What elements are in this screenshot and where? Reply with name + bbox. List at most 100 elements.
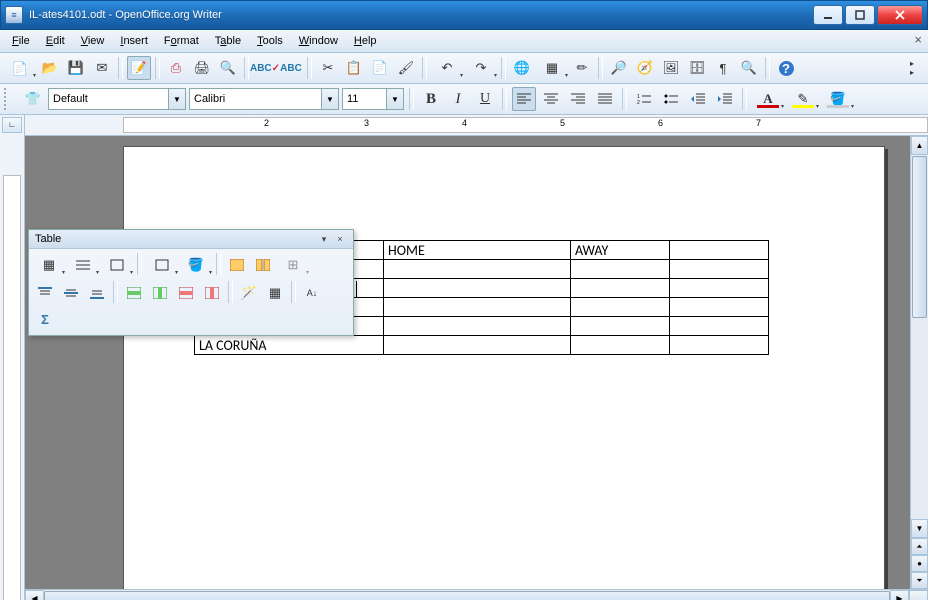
table-cell[interactable] [384,317,571,336]
autoformat-button[interactable]: 🪄 [237,281,261,305]
export-pdf-button[interactable]: ⎙ [164,56,188,80]
spellcheck-button[interactable]: ABC✓ [253,56,277,80]
datasources-button[interactable]: 🗄 [685,56,709,80]
scroll-left-button[interactable]: ◀ [25,590,44,600]
table-cell[interactable] [384,298,571,317]
table-cell[interactable] [670,317,769,336]
navigator-button[interactable]: 🧭 [633,56,657,80]
menu-close-icon[interactable]: × [914,32,922,47]
bullet-list-button[interactable] [659,87,683,111]
table-new-button[interactable]: ▦▾ [33,253,65,277]
panel-close-icon[interactable]: × [333,233,347,246]
font-name-combo[interactable]: Calibri▼ [189,88,339,110]
styles-button[interactable]: 👕 [21,87,45,111]
sum-button[interactable]: Σ [33,307,57,331]
gallery-button[interactable]: 🖼 [659,56,683,80]
table-cell[interactable]: LA CORUÑA [195,336,384,355]
menu-window[interactable]: Window [291,33,346,49]
sort-button[interactable]: A↓ [300,281,324,305]
menu-insert[interactable]: Insert [112,33,156,49]
font-size-combo[interactable]: 11▼ [342,88,404,110]
paste-button[interactable]: 📄 [368,56,392,80]
autospell-button[interactable]: ABC [279,56,303,80]
table-cell[interactable] [670,241,769,260]
page[interactable]: HOMEAWAY REAL MADRID BARCELONA LA CORUÑA [123,146,885,589]
increase-indent-button[interactable] [713,87,737,111]
table-cell[interactable] [384,336,571,355]
scroll-right-button[interactable]: ▶ [890,590,909,600]
table-cell[interactable] [571,279,670,298]
table-cell[interactable] [670,298,769,317]
cut-button[interactable]: ✂ [316,56,340,80]
scroll-thumb[interactable] [44,591,890,600]
insert-row-button[interactable] [122,281,146,305]
decrease-indent-button[interactable] [686,87,710,111]
bold-button[interactable]: B [419,87,443,111]
table-cell[interactable]: HOME [384,241,571,260]
ruler-corner-button[interactable]: ∟ [2,117,22,133]
save-button[interactable]: 💾 [64,56,88,80]
align-left-button[interactable] [512,87,536,111]
table-toolbar-panel[interactable]: Table ▾ × ▦▾ ▾ ▾ ▾ 🪣▾ ⊞▾ 🪄 ▦ [28,229,354,336]
menu-tools[interactable]: Tools [249,33,291,49]
table-cell[interactable] [571,260,670,279]
insert-table-button[interactable]: ▦▾ [536,56,568,80]
close-button[interactable] [877,5,923,25]
menu-format[interactable]: Format [156,33,207,49]
menu-file[interactable]: File [4,33,38,49]
toolbar-overflow-icon[interactable]: ▸▸ [900,56,924,80]
minimize-button[interactable] [813,5,843,25]
print-preview-button[interactable]: 🔍 [216,56,240,80]
bgcolor-button[interactable]: 🪣▾ [180,253,212,277]
email-button[interactable]: ✉ [90,56,114,80]
toolbar-handle[interactable] [4,88,14,110]
table-cell[interactable] [571,336,670,355]
scroll-down-button[interactable]: ▼ [911,519,928,538]
highlight-button[interactable]: ✎▾ [787,87,819,111]
table-cell[interactable] [670,336,769,355]
italic-button[interactable]: I [446,87,470,111]
menu-table[interactable]: Table [207,33,249,49]
navigation-button[interactable]: ● [911,555,928,572]
background-color-button[interactable]: 🪣▾ [822,87,854,111]
table-cell[interactable] [670,279,769,298]
panel-menu-icon[interactable]: ▾ [317,233,331,246]
paragraph-style-combo[interactable]: Default▼ [48,88,186,110]
print-button[interactable]: 🖨 [190,56,214,80]
delete-col-button[interactable] [200,281,224,305]
insert-col-button[interactable] [148,281,172,305]
valign-top-button[interactable] [33,281,57,305]
table-cell[interactable] [384,279,571,298]
menu-help[interactable]: Help [346,33,385,49]
table-cell[interactable] [670,260,769,279]
scroll-thumb[interactable] [912,156,927,318]
find-button[interactable]: 🔎 [607,56,631,80]
new-doc-button[interactable]: 📄▾ [4,56,36,80]
resize-grip[interactable] [909,590,928,600]
table-props-button[interactable]: ▦ [263,281,287,305]
align-right-button[interactable] [566,87,590,111]
show-draw-button[interactable]: ✏ [570,56,594,80]
horizontal-scrollbar[interactable]: ◀ ▶ [25,589,928,600]
zoom-button[interactable]: 🔍 [737,56,761,80]
edit-mode-button[interactable]: 📝 [127,56,151,80]
valign-bottom-button[interactable] [85,281,109,305]
align-justify-button[interactable] [593,87,617,111]
prev-page-button[interactable]: ⏶ [911,538,928,555]
align-center-button[interactable] [539,87,563,111]
menu-view[interactable]: View [73,33,113,49]
copy-button[interactable]: 📋 [342,56,366,80]
line-color-button[interactable]: ▾ [101,253,133,277]
underline-button[interactable]: U [473,87,497,111]
menu-edit[interactable]: Edit [38,33,73,49]
chevron-down-icon[interactable]: ▼ [386,89,403,109]
open-button[interactable]: 📂 [38,56,62,80]
numbered-list-button[interactable]: 12 [632,87,656,111]
scroll-up-button[interactable]: ▲ [911,136,928,155]
delete-row-button[interactable] [174,281,198,305]
optimize-button[interactable]: ⊞▾ [277,253,309,277]
table-cell[interactable] [384,260,571,279]
valign-center-button[interactable] [59,281,83,305]
undo-button[interactable]: ↶▾ [431,56,463,80]
redo-button[interactable]: ↷▾ [465,56,497,80]
